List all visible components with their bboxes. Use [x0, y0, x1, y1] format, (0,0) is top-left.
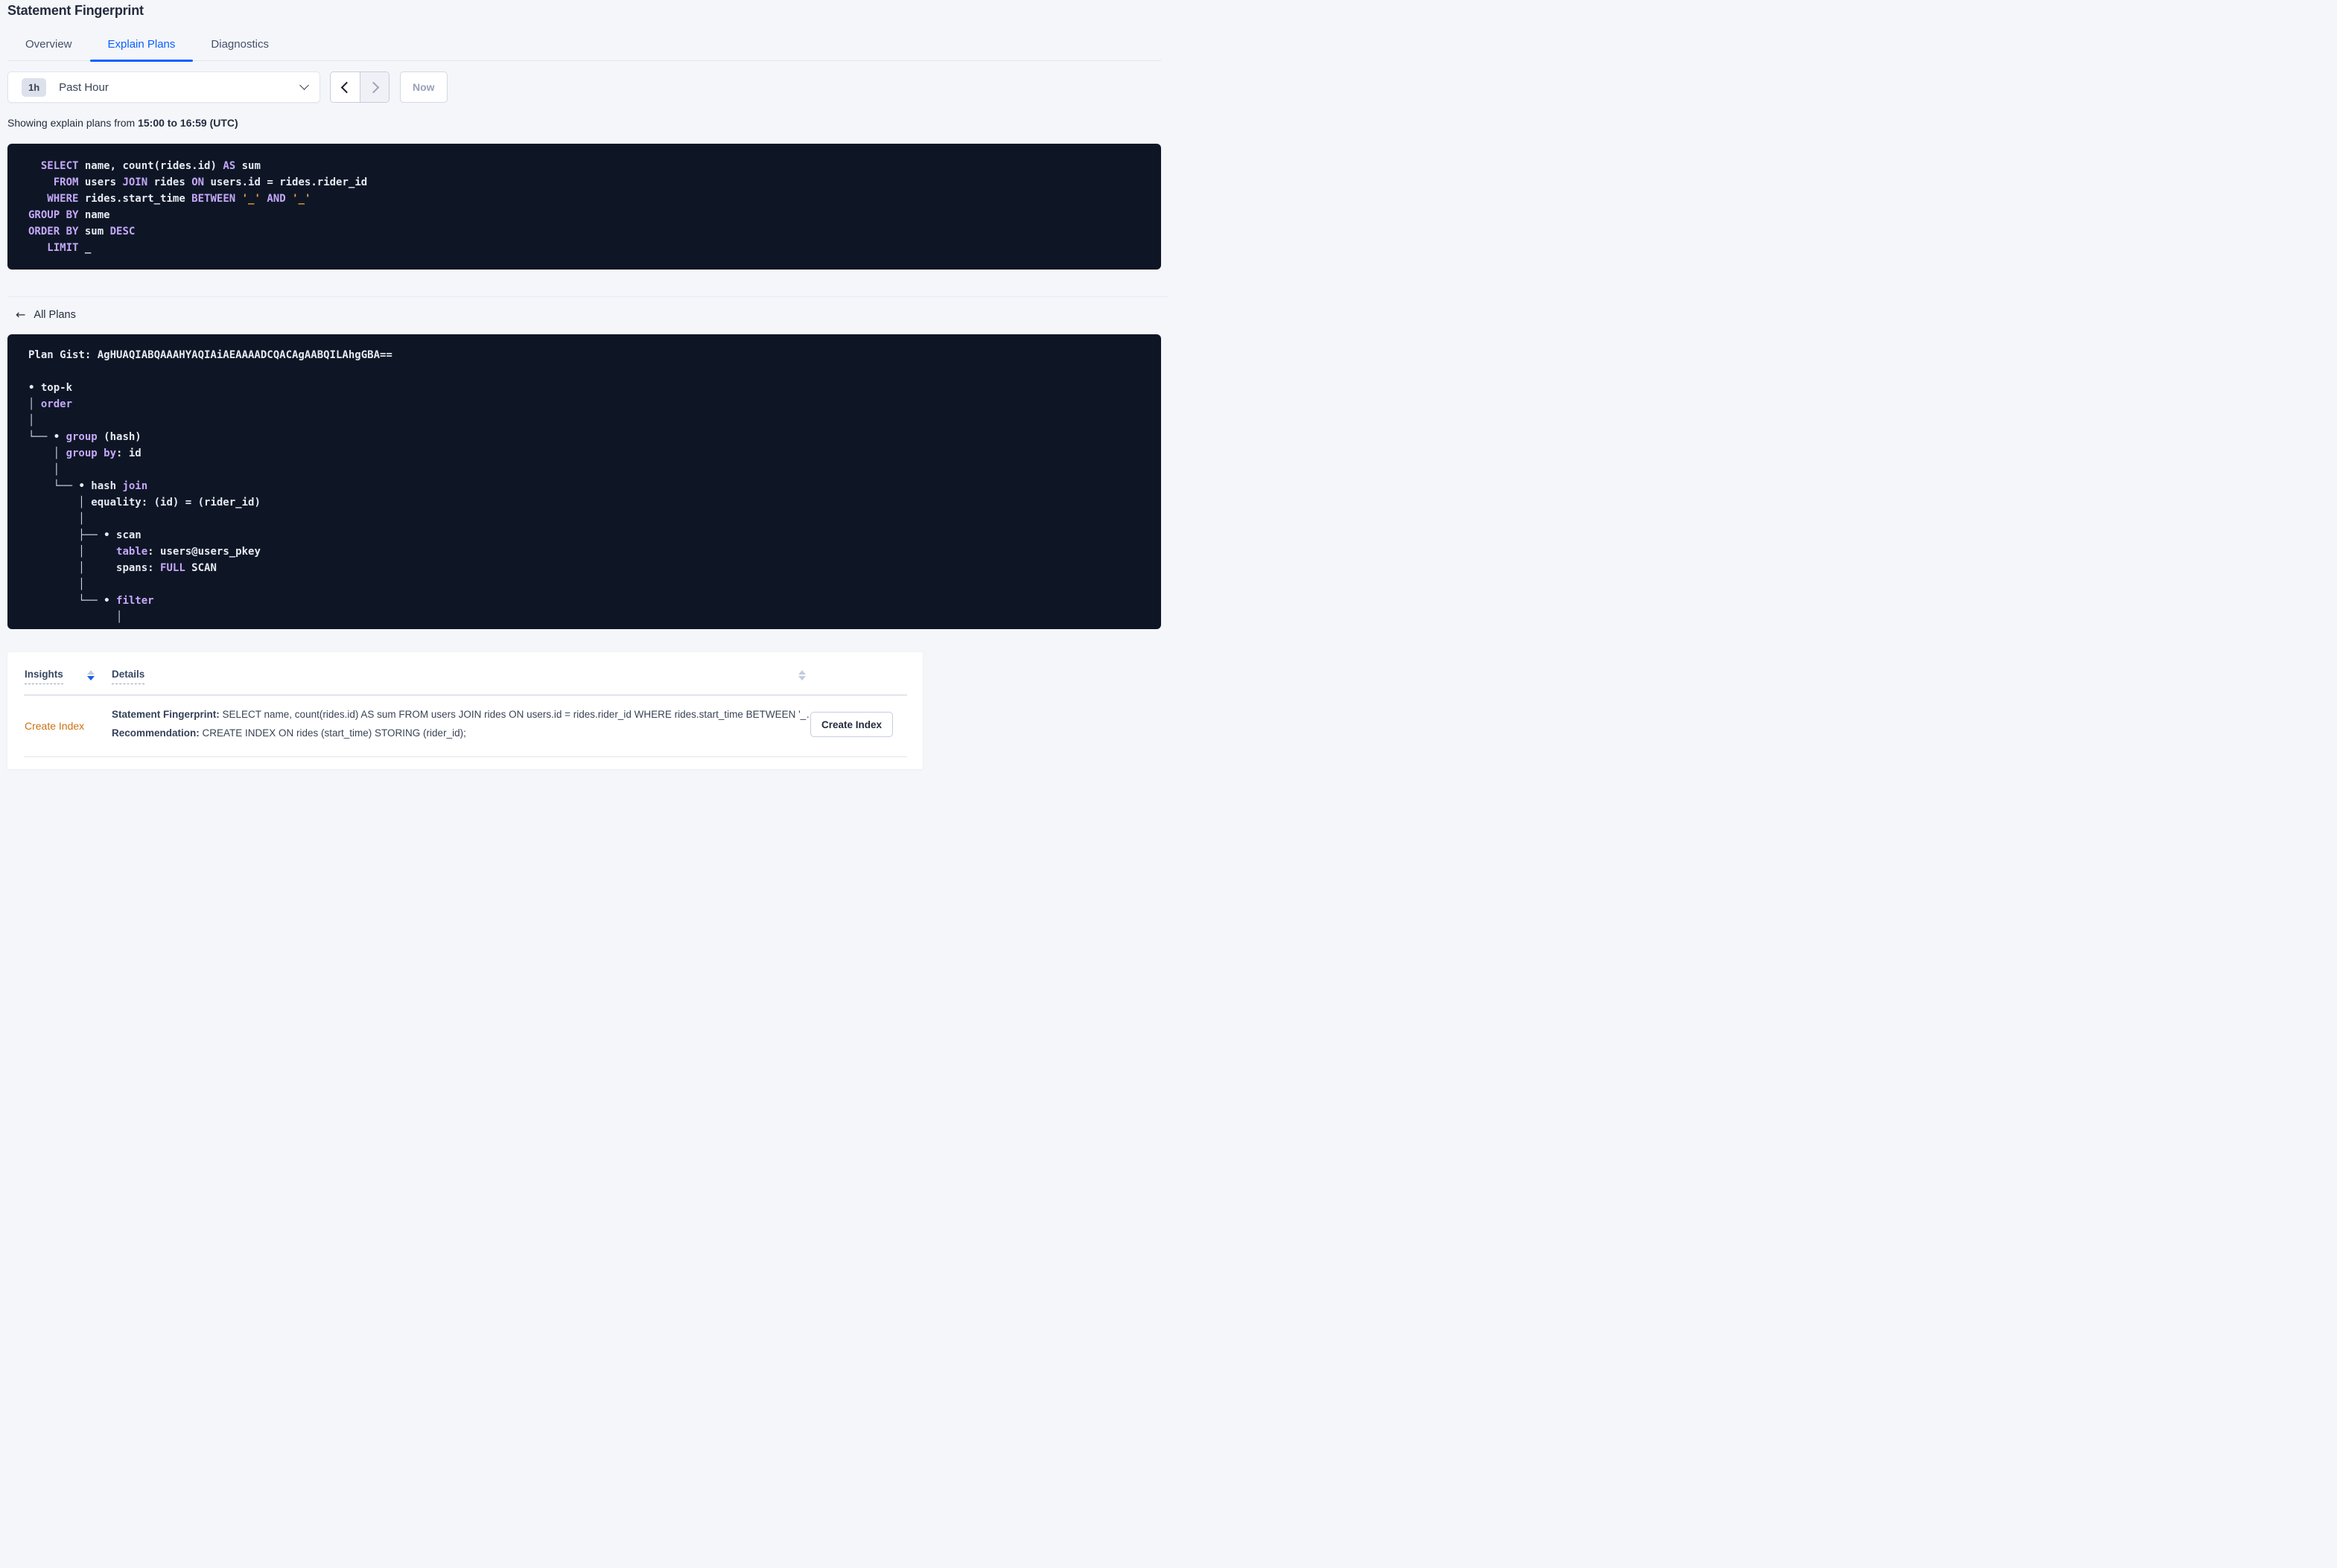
sort-icon-details[interactable]	[798, 670, 806, 681]
tab-bar: Overview Explain Plans Diagnostics	[7, 31, 1161, 62]
sql-statement-block: SELECT name, count(rides.id) AS sum FROM…	[7, 144, 1161, 270]
create-index-button[interactable]: Create Index	[810, 712, 893, 737]
tab-explain-plans-label: Explain Plans	[107, 38, 176, 51]
tab-overview-label: Overview	[25, 38, 72, 51]
sort-up-triangle	[87, 670, 95, 675]
time-range-select[interactable]: 1h Past Hour	[7, 71, 320, 103]
column-header-insights[interactable]: Insights	[25, 669, 63, 684]
time-range-label: Past Hour	[59, 80, 109, 94]
recommendation-text: CREATE INDEX ON rides (start_time) STORI…	[199, 727, 466, 739]
chevron-left-icon	[340, 81, 353, 93]
recommendation-label: Recommendation:	[112, 727, 200, 739]
tab-diagnostics[interactable]: Diagnostics	[193, 31, 287, 60]
time-pager	[330, 71, 390, 103]
tab-overview[interactable]: Overview	[7, 31, 90, 60]
tab-diagnostics-label: Diagnostics	[211, 38, 269, 51]
tab-explain-plans[interactable]: Explain Plans	[89, 31, 194, 62]
next-time-button[interactable]	[360, 72, 389, 102]
all-plans-label: All Plans	[34, 309, 76, 321]
showing-plans-text: Showing explain plans from 15:00 to 16:5…	[7, 117, 1161, 129]
back-arrow-icon: ←	[16, 307, 26, 322]
statement-fingerprint-label: Statement Fingerprint:	[112, 709, 220, 720]
insight-type-label: Create Index	[25, 720, 85, 732]
showing-plans-range: 15:00 to 16:59 (UTC)	[138, 117, 238, 129]
section-divider	[7, 296, 1168, 297]
plan-gist-block: Plan Gist: AgHUAQIABQAAAHYAQIAiAEAAAADCQ…	[7, 334, 1161, 629]
statement-fingerprint-page: Statement Fingerprint Overview Explain P…	[0, 3, 1168, 769]
prev-time-button[interactable]	[331, 72, 360, 102]
sort-icon-insights[interactable]	[87, 670, 95, 681]
now-button[interactable]: Now	[400, 71, 448, 103]
all-plans-link[interactable]: ← All Plans	[16, 307, 76, 322]
insight-details-cell: Statement Fingerprint: SELECT name, coun…	[112, 708, 818, 745]
statement-fingerprint-line: Statement Fingerprint: SELECT name, coun…	[112, 708, 818, 721]
chevron-down-icon	[299, 80, 309, 90]
sort-down-triangle	[87, 676, 95, 681]
table-row-divider	[24, 756, 907, 757]
time-range-badge: 1h	[22, 77, 47, 97]
page-title: Statement Fingerprint	[7, 3, 144, 18]
recommendation-line: Recommendation: CREATE INDEX ON rides (s…	[112, 727, 818, 740]
column-header-details[interactable]: Details	[112, 669, 145, 684]
statement-fingerprint-text: SELECT name, count(rides.id) AS sum FROM…	[219, 709, 816, 720]
sort-up-triangle	[798, 670, 806, 675]
insights-card: Insights Details Create Index Statement …	[7, 652, 923, 769]
time-toolbar: 1h Past Hour Now	[7, 71, 1161, 103]
showing-plans-prefix: Showing explain plans from	[7, 117, 139, 129]
sort-down-triangle	[798, 676, 806, 681]
chevron-right-icon	[367, 81, 379, 93]
